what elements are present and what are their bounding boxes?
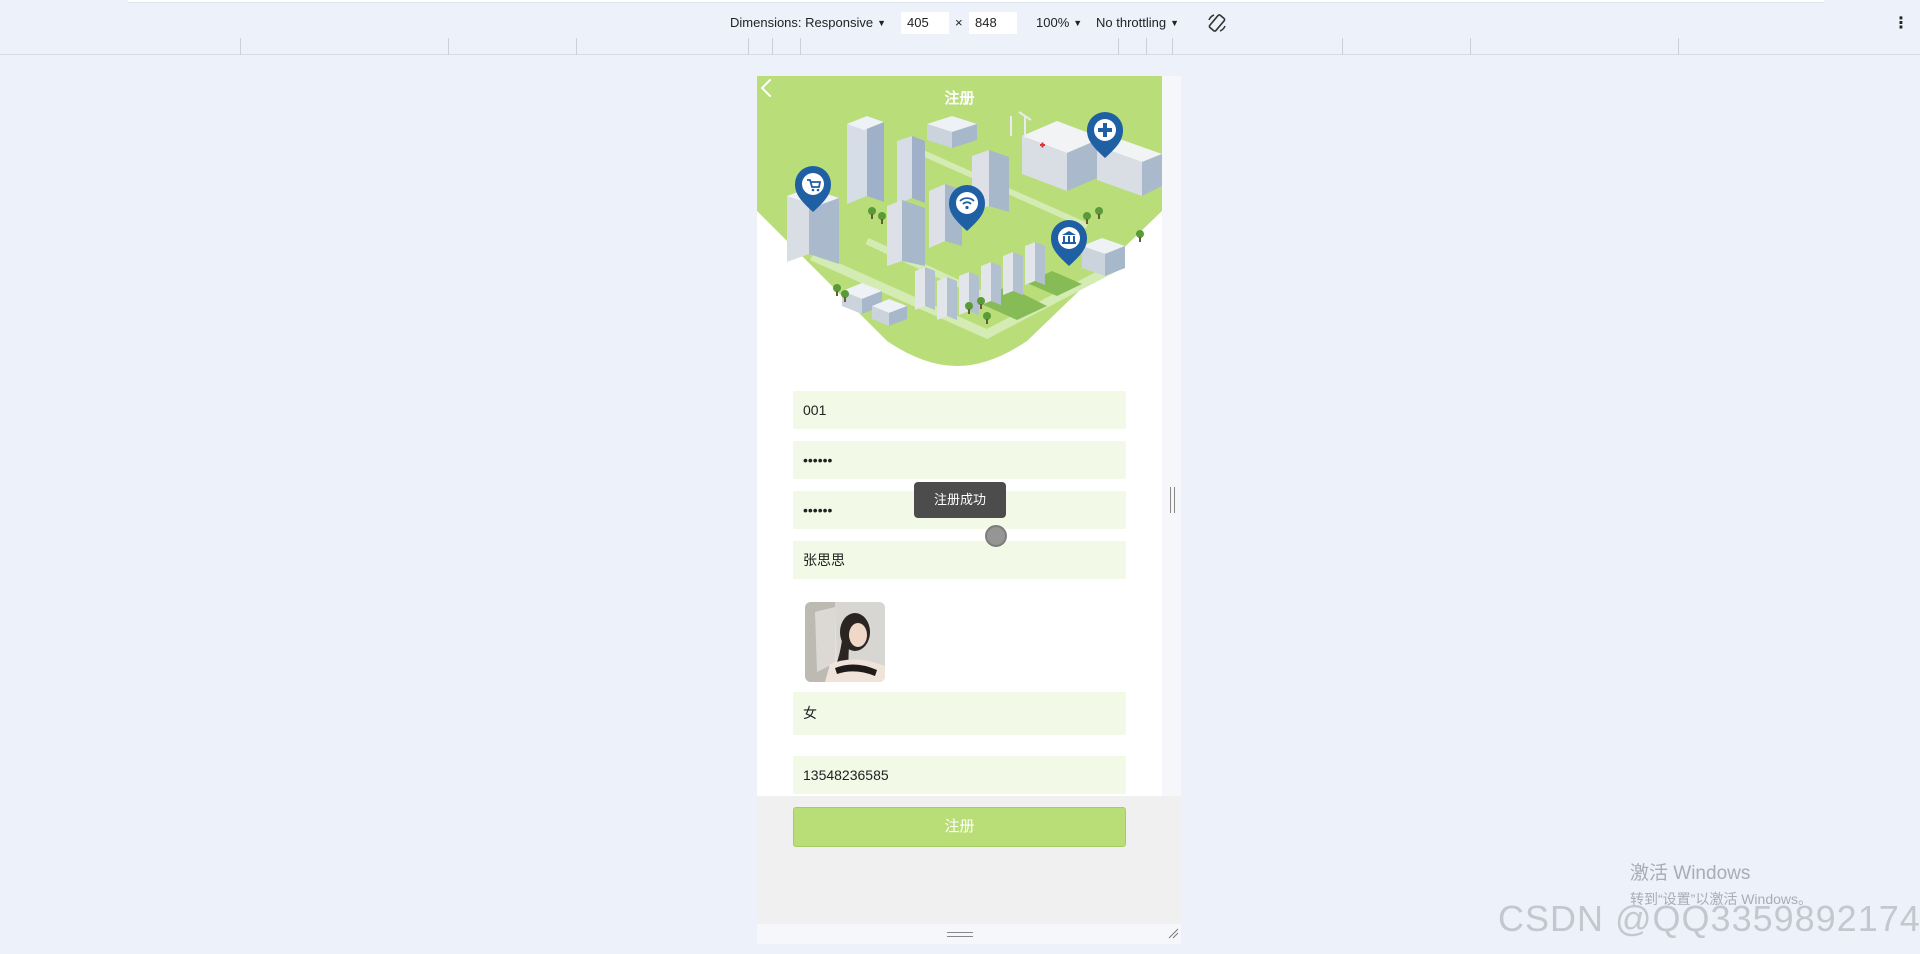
- throttling-dropdown[interactable]: No throttling ▼: [1096, 15, 1179, 30]
- bottom-resize-handle[interactable]: [947, 932, 973, 937]
- zoom-caret-icon: ▼: [1073, 18, 1083, 28]
- ruler-tick: [1172, 38, 1173, 55]
- devtools-top-strip: [0, 0, 1920, 8]
- zoom-label: 100%: [1036, 15, 1070, 30]
- dimensions-label: Dimensions: Responsive: [730, 15, 874, 30]
- windows-activation-title: 激活 Windows: [1630, 863, 1751, 884]
- ruler-tick: [1678, 38, 1679, 55]
- password-input[interactable]: ••••••: [793, 441, 1126, 479]
- csdn-watermark: CSDN @QQ3359892174: [1498, 898, 1920, 939]
- more-options-icon[interactable]: ⋮: [1893, 13, 1909, 33]
- ruler-tick: [576, 38, 577, 55]
- ruler-tick: [800, 38, 801, 55]
- register-button[interactable]: 注册: [793, 807, 1126, 847]
- ruler-tick: [772, 38, 773, 55]
- width-input[interactable]: 405: [901, 12, 949, 34]
- phone-input[interactable]: 13548236585: [793, 756, 1126, 794]
- throttling-caret-icon: ▼: [1170, 18, 1180, 28]
- ruler-tick: [448, 38, 449, 55]
- ruler-tick: [240, 38, 241, 55]
- ruler-tick: [1342, 38, 1343, 55]
- ruler-tick: [1146, 38, 1147, 55]
- ruler-tick: [1118, 38, 1119, 55]
- corner-resize-icon[interactable]: [1167, 927, 1179, 939]
- times-sign: ×: [955, 15, 963, 30]
- gender-select[interactable]: 女: [793, 692, 1126, 735]
- username-input[interactable]: 001: [793, 391, 1126, 429]
- zoom-dropdown[interactable]: 100% ▼: [1036, 15, 1082, 30]
- dimensions-caret-icon: ▼: [877, 18, 886, 28]
- media-query-ruler[interactable]: [0, 38, 1920, 55]
- ruler-tick: [748, 38, 749, 55]
- rotate-icon[interactable]: [1206, 12, 1228, 34]
- device-viewport: 注册 001 •••••• •••••• 张思思 女 13548236585 注…: [757, 76, 1181, 944]
- right-resize-handle[interactable]: [1170, 487, 1175, 513]
- ruler-tick: [1470, 38, 1471, 55]
- dimensions-dropdown[interactable]: Dimensions: Responsive ▼: [730, 15, 886, 30]
- avatar-image: [805, 602, 885, 682]
- devtools-top-bar: [128, 0, 1824, 3]
- success-toast: 注册成功: [914, 482, 1006, 518]
- name-input[interactable]: 张思思: [793, 541, 1126, 579]
- touch-cursor: [985, 525, 1007, 547]
- avatar-upload[interactable]: [805, 602, 885, 682]
- height-input[interactable]: 848: [969, 12, 1017, 34]
- throttling-label: No throttling: [1096, 15, 1167, 30]
- device-toolbar: Dimensions: Responsive ▼ 405 × 848 100% ▼ …: [0, 8, 1920, 38]
